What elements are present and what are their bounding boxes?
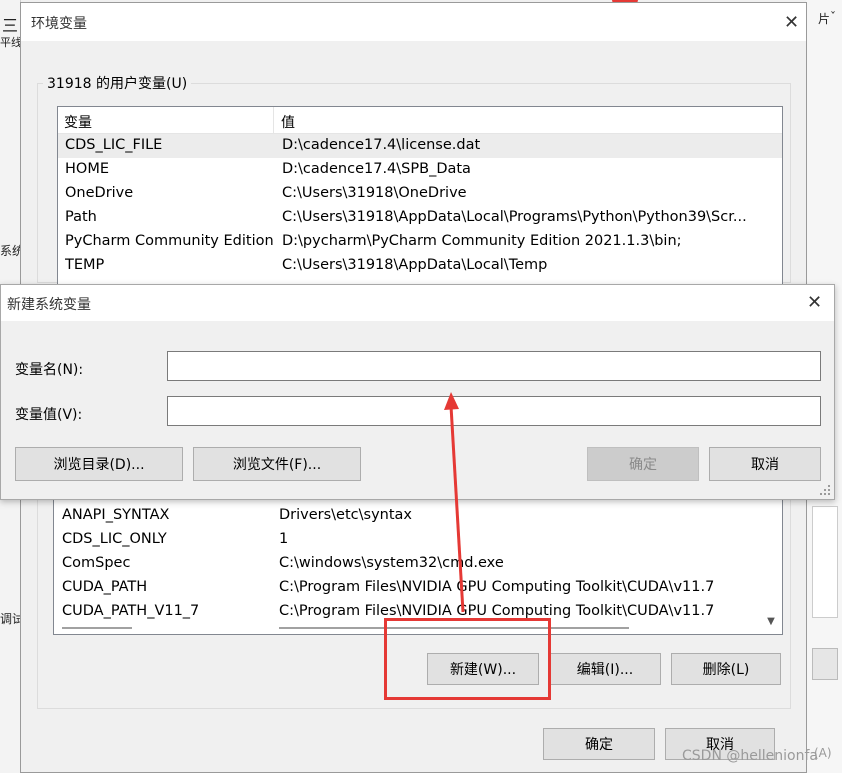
- var-name: PyCharm Community Edition: [65, 233, 273, 249]
- column-divider[interactable]: [273, 107, 274, 133]
- delete-button[interactable]: 删除(L): [671, 653, 781, 685]
- var-name: CDS_LIC_ONLY: [62, 531, 167, 547]
- var-name: TEMP: [65, 257, 105, 273]
- table-row[interactable]: CDS_LIC_ONLY 1: [54, 528, 782, 552]
- bg-fragment: 片: [818, 12, 831, 26]
- browse-file-button[interactable]: 浏览文件(F)...: [193, 447, 361, 481]
- ok-button[interactable]: 确定: [543, 728, 655, 760]
- scroll-down-arrow-icon[interactable]: ▼: [764, 616, 778, 630]
- var-name: OneDrive: [65, 185, 134, 201]
- close-icon[interactable]: ✕: [807, 294, 822, 312]
- var-value: Drivers\etc\syntax: [279, 507, 412, 523]
- var-name: CDS_LIC_FILE: [65, 137, 163, 153]
- new-system-variable-dialog: 新建系统变量 ✕ 变量名(N): 变量值(V): 浏览目录(D)... 浏览文件…: [0, 284, 835, 500]
- var-value: C:\Program Files\NVIDIA GPU Computing To…: [279, 579, 715, 595]
- bg-fragment: 平线: [0, 36, 22, 49]
- var-value: C:\Users\31918\OneDrive: [282, 185, 467, 201]
- var-name: ComSpec: [62, 555, 131, 571]
- table-row[interactable]: HOME D:\cadence17.4\SPB_Data: [58, 158, 782, 182]
- variable-value-label: 变量值(V):: [15, 407, 83, 423]
- var-name: CUDA_PATH_V11_7: [62, 603, 200, 619]
- dialog-ok-button[interactable]: 确定: [587, 447, 699, 481]
- table-row[interactable]: TEMP C:\Users\31918\AppData\Local\Temp: [58, 254, 782, 278]
- edit-button[interactable]: 编辑(I)...: [549, 653, 661, 685]
- close-icon[interactable]: ✕: [784, 14, 799, 32]
- table-row[interactable]: CDS_LIC_FILE D:\cadence17.4\license.dat: [58, 134, 782, 158]
- var-value: D:\pycharm\PyCharm Community Edition 202…: [282, 233, 682, 249]
- var-value: C:\Program Files\NVIDIA GPU Computing To…: [279, 603, 715, 619]
- var-value: D:\cadence17.4\SPB_Data: [282, 161, 471, 177]
- column-header-value[interactable]: 值: [281, 112, 295, 132]
- var-name: Path: [65, 209, 97, 225]
- resize-grip-icon[interactable]: [820, 485, 832, 497]
- var-value: D:\cadence17.4\license.dat: [282, 137, 481, 153]
- annotation-highlight-box: [384, 618, 551, 700]
- variable-name-input[interactable]: [167, 351, 821, 381]
- bg-fragment: 三: [2, 16, 19, 35]
- bg-fragment: ˇ: [830, 10, 836, 24]
- table-row[interactable]: ComSpec C:\windows\system32\cmd.exe: [54, 552, 782, 576]
- var-name: HOME: [65, 161, 109, 177]
- title-bar: 环境变量 ✕: [21, 3, 806, 41]
- list-header: 变量 值: [58, 107, 782, 134]
- var-value: 1: [279, 531, 289, 547]
- var-value: C:\Users\31918\AppData\Local\Programs\Py…: [282, 209, 747, 225]
- table-row[interactable]: Path C:\Users\31918\AppData\Local\Progra…: [58, 206, 782, 230]
- var-name: CUDA_PATH: [62, 579, 148, 595]
- dialog-title: 新建系统变量: [7, 297, 91, 313]
- cut-off-text: [62, 627, 132, 634]
- system-variables-list[interactable]: ANAPI_SYNTAX Drivers\etc\syntax CDS_LIC_…: [53, 493, 783, 635]
- browse-directory-button[interactable]: 浏览目录(D)...: [15, 447, 183, 481]
- window-title: 环境变量: [31, 16, 87, 32]
- table-row[interactable]: PyCharm Community Edition D:\pycharm\PyC…: [58, 230, 782, 254]
- var-name: ANAPI_SYNTAX: [62, 507, 170, 523]
- dialog-cancel-button[interactable]: 取消: [709, 447, 821, 481]
- var-value: C:\windows\system32\cmd.exe: [279, 555, 504, 571]
- user-variables-list[interactable]: 变量 值 CDS_LIC_FILE D:\cadence17.4\license…: [57, 106, 783, 288]
- table-row[interactable]: CUDA_PATH C:\Program Files\NVIDIA GPU Co…: [54, 576, 782, 600]
- table-row[interactable]: ANAPI_SYNTAX Drivers\etc\syntax: [54, 504, 782, 528]
- dialog-title-bar: 新建系统变量 ✕: [1, 285, 834, 321]
- watermark: CSDN @hellenionfa: [682, 748, 818, 764]
- variable-name-label: 变量名(N):: [15, 362, 84, 378]
- variable-value-input[interactable]: [167, 396, 821, 426]
- bg-button: [812, 648, 838, 680]
- bg-panel: [812, 506, 838, 618]
- column-header-variable[interactable]: 变量: [64, 112, 92, 132]
- table-row[interactable]: OneDrive C:\Users\31918\OneDrive: [58, 182, 782, 206]
- var-value: C:\Users\31918\AppData\Local\Temp: [282, 257, 548, 273]
- user-variables-label: 31918 的用户变量(U): [43, 73, 192, 93]
